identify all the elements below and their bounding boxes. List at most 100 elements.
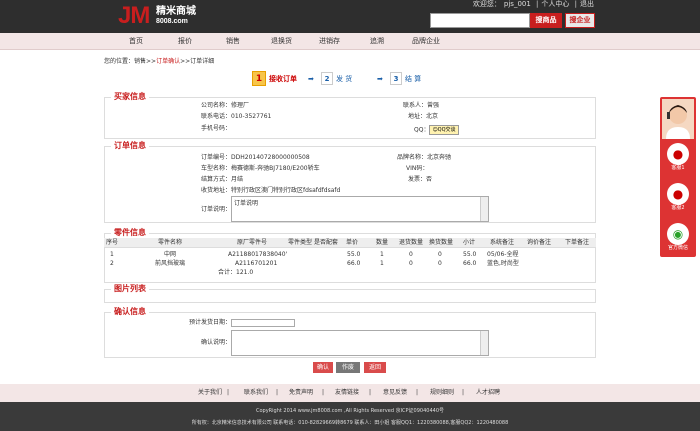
parts-title: 零件信息 [111, 228, 149, 238]
images-section: 图片列表 [104, 284, 596, 303]
col-inquiry-note: 询价备注 [527, 239, 552, 246]
qq-chat-button[interactable]: ☺QQ交谈 [429, 125, 459, 135]
buyer-section: 买家信息 公司名称：修理厂 联系电话：010-3527761 手机号码： 联系人… [104, 92, 596, 139]
cs-item-2[interactable]: ● 客服2 [660, 181, 696, 215]
step-label: 结 算 [405, 75, 422, 83]
invoice-value: 否 [426, 176, 433, 183]
cs-item-wechat[interactable]: ◉ 官方微信 [660, 221, 696, 255]
nav-quote[interactable]: 报价 [178, 33, 192, 50]
breadcrumb-current[interactable]: 订单确认 [156, 58, 180, 65]
company-value: 修理厂 [231, 102, 250, 109]
col-subtotal: 小计 [463, 239, 476, 246]
footer-rules[interactable]: 规则细则 [430, 384, 454, 402]
cs-label: 客服1 [671, 165, 685, 171]
step-label: 接收订单 [269, 75, 297, 83]
breadcrumb-prefix[interactable]: 您的位置：销售>> [104, 58, 156, 65]
search-input[interactable] [430, 13, 530, 28]
ship-address-label: 收货地址： [201, 187, 232, 194]
phone-label: 联系电话： [201, 113, 232, 120]
step-settle: 3结 算 [390, 71, 421, 87]
username: pjs_001 [503, 0, 531, 8]
nav-trace[interactable]: 追溯 [370, 33, 384, 50]
logout-link[interactable]: 退出 [580, 0, 594, 8]
confirm-button[interactable]: 确认 [313, 362, 333, 373]
order-title: 订单信息 [111, 141, 149, 151]
cell-no: 2 [110, 260, 114, 267]
qq-penguin-icon: ● [667, 183, 689, 205]
cs-label: 官方微信 [667, 245, 688, 251]
scrollbar[interactable] [480, 331, 488, 355]
order-no-label: 订单编号： [201, 154, 232, 161]
order-no-value: DDH20140728000000508 [231, 154, 310, 161]
footer-about[interactable]: 关于我们 [198, 384, 222, 402]
table-row: 1 中网 A21188017838040' 55.0 1 0 0 55.0 05… [104, 250, 596, 259]
cell-subtotal: 55.0 [463, 251, 477, 258]
footer-jobs[interactable]: 人才招聘 [476, 384, 500, 402]
footer-feedback[interactable]: 意见反馈 [383, 384, 407, 402]
cell-return-qty: 0 [409, 260, 413, 267]
nav-home[interactable]: 首页 [129, 33, 143, 50]
void-button[interactable]: 作废 [336, 362, 360, 373]
cell-sys-note: 蓝色,时尚型 [487, 260, 519, 267]
settle-value: 月结 [231, 176, 244, 183]
arrow-right-icon: ➡ [308, 75, 314, 83]
footer-contact[interactable]: 联系我们 [244, 384, 268, 402]
back-button[interactable]: 返回 [364, 362, 386, 373]
search-parts-button[interactable]: 搜商品 [530, 13, 562, 28]
search-company-button[interactable]: 搜企业 [565, 13, 595, 28]
step-number: 1 [252, 71, 266, 86]
address-label: 地址： [408, 113, 427, 120]
col-part-type: 零件类型 [288, 239, 313, 246]
cell-qty: 1 [380, 260, 384, 267]
contact-value: 曾强 [427, 102, 440, 109]
parts-table-header: 序号 零件名称 原厂零件号 零件类型 是否配套 单价 数量 退货数量 换货数量 … [104, 238, 596, 248]
col-oem-no: 原厂零件号 [237, 239, 268, 246]
ship-address-value: 特别行政区澳门特别行政区fdsafdfdsafd [231, 187, 341, 194]
confirm-note-label: 确认说明： [201, 339, 232, 346]
address-value: 北京 [426, 113, 439, 120]
step-receive: 1 接收订单 [252, 71, 297, 87]
footer: CopyRight 2014 www.jm8008.com ,All Right… [0, 402, 700, 431]
personal-center-link[interactable]: 个人中心 [541, 0, 569, 8]
col-matching: 是否配套 [314, 239, 339, 246]
step-ship: 2发 货 [321, 71, 352, 87]
col-exchange-qty: 换货数量 [429, 239, 454, 246]
col-price: 单价 [346, 239, 359, 246]
qq-penguin-icon: ● [667, 143, 689, 165]
footer-disclaimer[interactable]: 免责声明 [289, 384, 313, 402]
scrollbar[interactable] [480, 197, 488, 221]
mobile-label: 手机号码： [201, 125, 232, 132]
phone-value: 010-3527761 [231, 113, 272, 120]
cell-qty: 1 [380, 251, 384, 258]
total-value: 121.0 [236, 269, 254, 276]
nav-inventory[interactable]: 进销存 [319, 33, 340, 50]
footer-friend-links[interactable]: 友情链接 [335, 384, 359, 402]
col-return-qty: 退货数量 [399, 239, 424, 246]
col-part-name: 零件名称 [158, 239, 183, 246]
logo-mark: JM [118, 2, 150, 29]
breadcrumb: 您的位置：销售>>订单确认>>订单详细 [104, 56, 214, 65]
confirm-note-textarea[interactable] [231, 330, 489, 356]
cs-label: 客服2 [671, 205, 685, 211]
total-label: 合计： [218, 269, 237, 276]
nav-sales[interactable]: 销售 [226, 33, 240, 50]
confirm-section: 确认信息 预计发货日期： 确认说明： [104, 307, 596, 358]
qq-label: QQ： [414, 126, 430, 134]
step-label: 发 货 [336, 75, 353, 83]
footer-copyright: CopyRight 2014 www.jm8008.com ,All Right… [255, 408, 445, 414]
user-links: 欢迎您： pjs_001 | 个人中心 | 退出 [472, 0, 594, 8]
ship-date-input[interactable] [231, 319, 295, 327]
nav-brands[interactable]: 品牌企业 [412, 33, 440, 50]
qq-chat-label: QQ交谈 [437, 127, 456, 133]
agent-avatar-icon [666, 105, 690, 139]
cell-part-name: 中网 [164, 251, 177, 258]
cell-oem-no: A2116701201 [235, 260, 278, 267]
cs-item-1[interactable]: ● 客服1 [660, 141, 696, 175]
order-note-text: 订单说明 [234, 200, 259, 207]
order-note-textarea[interactable]: 订单说明 [231, 196, 489, 222]
step-number: 3 [390, 72, 402, 85]
col-order-note: 下单备注 [565, 239, 590, 246]
action-buttons: 确认 作废 返回 [0, 362, 700, 373]
col-no: 序号 [106, 239, 119, 246]
nav-returns[interactable]: 退换货 [271, 33, 292, 50]
